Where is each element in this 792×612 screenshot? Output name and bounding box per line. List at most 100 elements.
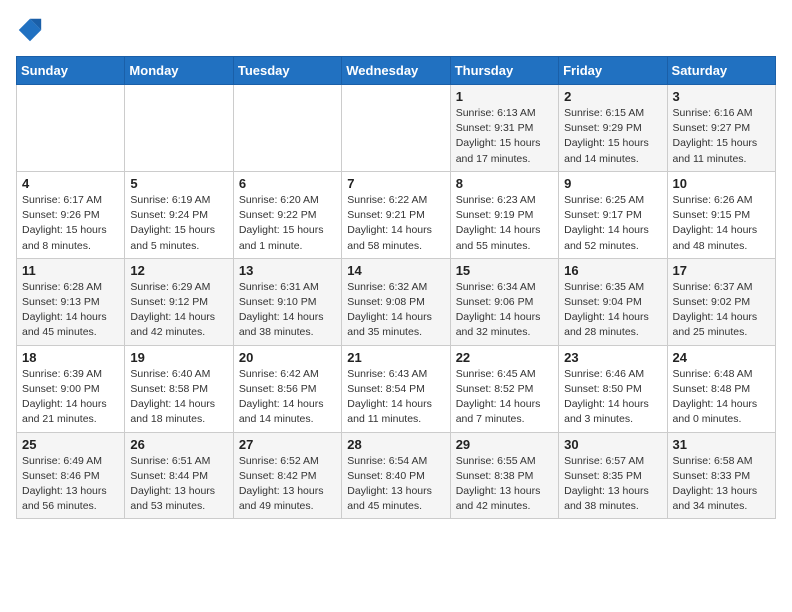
day-number: 15 [456, 263, 553, 278]
day-info: Sunrise: 6:20 AMSunset: 9:22 PMDaylight:… [239, 193, 336, 254]
logo [16, 16, 48, 44]
day-number: 16 [564, 263, 661, 278]
day-info: Sunrise: 6:43 AMSunset: 8:54 PMDaylight:… [347, 367, 444, 428]
day-number: 8 [456, 176, 553, 191]
day-number: 28 [347, 437, 444, 452]
day-info: Sunrise: 6:13 AMSunset: 9:31 PMDaylight:… [456, 106, 553, 167]
calendar-cell: 15 Sunrise: 6:34 AMSunset: 9:06 PMDayligh… [450, 258, 558, 345]
day-number: 17 [673, 263, 770, 278]
day-number: 18 [22, 350, 119, 365]
calendar-cell [342, 85, 450, 172]
calendar-cell: 3 Sunrise: 6:16 AMSunset: 9:27 PMDaylight… [667, 85, 775, 172]
calendar-week-4: 18 Sunrise: 6:39 AMSunset: 9:00 PMDayligh… [17, 345, 776, 432]
calendar-cell: 28 Sunrise: 6:54 AMSunset: 8:40 PMDayligh… [342, 432, 450, 519]
day-number: 13 [239, 263, 336, 278]
day-info: Sunrise: 6:22 AMSunset: 9:21 PMDaylight:… [347, 193, 444, 254]
day-info: Sunrise: 6:54 AMSunset: 8:40 PMDaylight:… [347, 454, 444, 515]
calendar-cell: 31 Sunrise: 6:58 AMSunset: 8:33 PMDayligh… [667, 432, 775, 519]
day-info: Sunrise: 6:34 AMSunset: 9:06 PMDaylight:… [456, 280, 553, 341]
day-number: 10 [673, 176, 770, 191]
calendar-cell: 9 Sunrise: 6:25 AMSunset: 9:17 PMDaylight… [559, 171, 667, 258]
calendar-cell: 12Sunrise: 6:29 AMSunset: 9:12 PMDayligh… [125, 258, 233, 345]
calendar-cell: 19 Sunrise: 6:40 AMSunset: 8:58 PMDayligh… [125, 345, 233, 432]
day-info: Sunrise: 6:35 AMSunset: 9:04 PMDaylight:… [564, 280, 661, 341]
day-info: Sunrise: 6:40 AMSunset: 8:58 PMDaylight:… [130, 367, 227, 428]
day-number: 4 [22, 176, 119, 191]
calendar-cell: 10 Sunrise: 6:26 AMSunset: 9:15 PMDayligh… [667, 171, 775, 258]
calendar-cell: 24Sunrise: 6:48 AMSunset: 8:48 PMDayligh… [667, 345, 775, 432]
calendar-cell [233, 85, 341, 172]
day-info: Sunrise: 6:23 AMSunset: 9:19 PMDaylight:… [456, 193, 553, 254]
day-number: 3 [673, 89, 770, 104]
day-number: 30 [564, 437, 661, 452]
calendar-cell: 4 Sunrise: 6:17 AMSunset: 9:26 PMDaylight… [17, 171, 125, 258]
day-number: 24 [673, 350, 770, 365]
day-info: Sunrise: 6:31 AMSunset: 9:10 PMDaylight:… [239, 280, 336, 341]
day-number: 31 [673, 437, 770, 452]
calendar-cell [125, 85, 233, 172]
day-info: Sunrise: 6:46 AMSunset: 8:50 PMDaylight:… [564, 367, 661, 428]
calendar-week-5: 25 Sunrise: 6:49 AMSunset: 8:46 PMDayligh… [17, 432, 776, 519]
day-info: Sunrise: 6:32 AMSunset: 9:08 PMDaylight:… [347, 280, 444, 341]
day-number: 9 [564, 176, 661, 191]
day-info: Sunrise: 6:17 AMSunset: 9:26 PMDaylight:… [22, 193, 119, 254]
day-info: Sunrise: 6:45 AMSunset: 8:52 PMDaylight:… [456, 367, 553, 428]
calendar-cell [17, 85, 125, 172]
calendar-cell: 26Sunrise: 6:51 AMSunset: 8:44 PMDayligh… [125, 432, 233, 519]
day-number: 29 [456, 437, 553, 452]
day-number: 5 [130, 176, 227, 191]
day-info: Sunrise: 6:39 AMSunset: 9:00 PMDaylight:… [22, 367, 119, 428]
calendar-week-3: 11 Sunrise: 6:28 AMSunset: 9:13 PMDayligh… [17, 258, 776, 345]
calendar-cell: 16 Sunrise: 6:35 AMSunset: 9:04 PMDayligh… [559, 258, 667, 345]
day-info: Sunrise: 6:42 AMSunset: 8:56 PMDaylight:… [239, 367, 336, 428]
day-of-week-friday: Friday [559, 57, 667, 85]
calendar-header-row: SundayMondayTuesdayWednesdayThursdayFrid… [17, 57, 776, 85]
calendar-cell: 1 Sunrise: 6:13 AMSunset: 9:31 PMDaylight… [450, 85, 558, 172]
day-number: 21 [347, 350, 444, 365]
calendar-cell: 6 Sunrise: 6:20 AMSunset: 9:22 PMDaylight… [233, 171, 341, 258]
day-info: Sunrise: 6:57 AMSunset: 8:35 PMDaylight:… [564, 454, 661, 515]
calendar-cell: 27Sunrise: 6:52 AMSunset: 8:42 PMDayligh… [233, 432, 341, 519]
day-info: Sunrise: 6:55 AMSunset: 8:38 PMDaylight:… [456, 454, 553, 515]
day-number: 7 [347, 176, 444, 191]
calendar-cell: 11 Sunrise: 6:28 AMSunset: 9:13 PMDayligh… [17, 258, 125, 345]
calendar-cell: 7 Sunrise: 6:22 AMSunset: 9:21 PMDaylight… [342, 171, 450, 258]
day-of-week-wednesday: Wednesday [342, 57, 450, 85]
day-info: Sunrise: 6:26 AMSunset: 9:15 PMDaylight:… [673, 193, 770, 254]
calendar-cell: 30 Sunrise: 6:57 AMSunset: 8:35 PMDayligh… [559, 432, 667, 519]
calendar-week-2: 4 Sunrise: 6:17 AMSunset: 9:26 PMDaylight… [17, 171, 776, 258]
day-of-week-tuesday: Tuesday [233, 57, 341, 85]
day-info: Sunrise: 6:25 AMSunset: 9:17 PMDaylight:… [564, 193, 661, 254]
calendar-cell: 21 Sunrise: 6:43 AMSunset: 8:54 PMDayligh… [342, 345, 450, 432]
page-header [16, 16, 776, 44]
day-number: 26 [130, 437, 227, 452]
day-info: Sunrise: 6:29 AMSunset: 9:12 PMDaylight:… [130, 280, 227, 341]
calendar-cell: 8 Sunrise: 6:23 AMSunset: 9:19 PMDaylight… [450, 171, 558, 258]
day-number: 14 [347, 263, 444, 278]
day-info: Sunrise: 6:19 AMSunset: 9:24 PMDaylight:… [130, 193, 227, 254]
day-number: 11 [22, 263, 119, 278]
day-info: Sunrise: 6:28 AMSunset: 9:13 PMDaylight:… [22, 280, 119, 341]
day-of-week-monday: Monday [125, 57, 233, 85]
day-info: Sunrise: 6:58 AMSunset: 8:33 PMDaylight:… [673, 454, 770, 515]
calendar-cell: 23 Sunrise: 6:46 AMSunset: 8:50 PMDayligh… [559, 345, 667, 432]
day-info: Sunrise: 6:37 AMSunset: 9:02 PMDaylight:… [673, 280, 770, 341]
day-info: Sunrise: 6:15 AMSunset: 9:29 PMDaylight:… [564, 106, 661, 167]
day-of-week-thursday: Thursday [450, 57, 558, 85]
calendar-cell: 22Sunrise: 6:45 AMSunset: 8:52 PMDayligh… [450, 345, 558, 432]
day-info: Sunrise: 6:49 AMSunset: 8:46 PMDaylight:… [22, 454, 119, 515]
day-number: 6 [239, 176, 336, 191]
day-number: 19 [130, 350, 227, 365]
day-number: 23 [564, 350, 661, 365]
calendar-cell: 13 Sunrise: 6:31 AMSunset: 9:10 PMDayligh… [233, 258, 341, 345]
calendar-week-1: 1 Sunrise: 6:13 AMSunset: 9:31 PMDaylight… [17, 85, 776, 172]
calendar-cell: 18 Sunrise: 6:39 AMSunset: 9:00 PMDayligh… [17, 345, 125, 432]
day-of-week-saturday: Saturday [667, 57, 775, 85]
calendar-cell: 14 Sunrise: 6:32 AMSunset: 9:08 PMDayligh… [342, 258, 450, 345]
day-info: Sunrise: 6:16 AMSunset: 9:27 PMDaylight:… [673, 106, 770, 167]
calendar-table: SundayMondayTuesdayWednesdayThursdayFrid… [16, 56, 776, 519]
calendar-cell: 20Sunrise: 6:42 AMSunset: 8:56 PMDayligh… [233, 345, 341, 432]
day-number: 25 [22, 437, 119, 452]
day-number: 1 [456, 89, 553, 104]
calendar-cell: 5 Sunrise: 6:19 AMSunset: 9:24 PMDaylight… [125, 171, 233, 258]
